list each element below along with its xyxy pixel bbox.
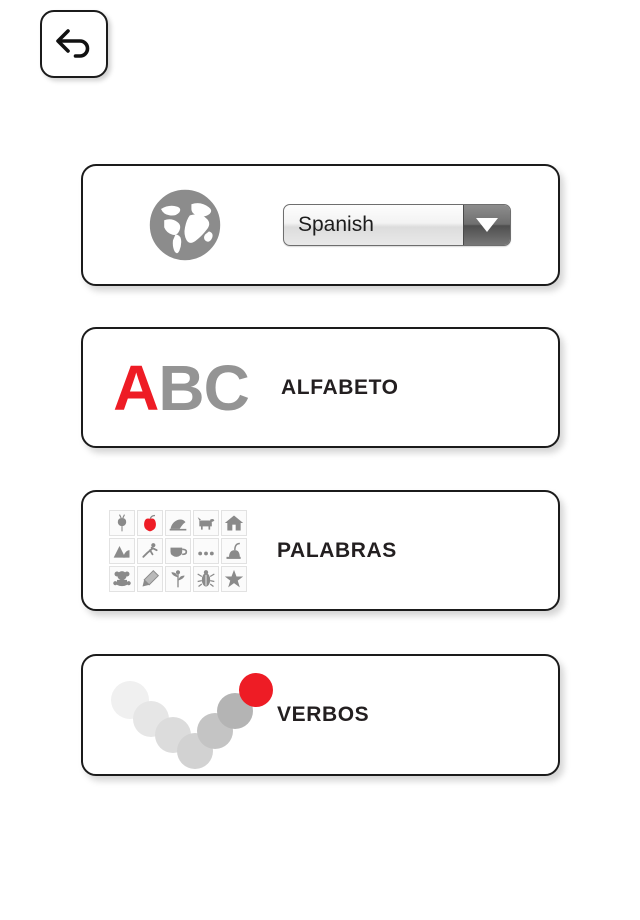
- menu-item-alphabet-label: ALFABETO: [281, 375, 399, 399]
- cup-icon: [165, 537, 191, 564]
- verb-dot: [239, 673, 273, 707]
- pen-icon: [137, 565, 163, 592]
- menu-item-verbs-label: VERBOS: [277, 703, 370, 726]
- seal-icon: [165, 509, 191, 536]
- teddy-bear-icon: [109, 565, 135, 592]
- runner-icon: [137, 537, 163, 564]
- vacuum-icon: [221, 537, 247, 564]
- back-arrow-icon: [54, 27, 94, 61]
- menu-item-alphabet[interactable]: ABC ALFABETO: [81, 327, 560, 448]
- mountain-icon: [109, 537, 135, 564]
- abc-letters-bc: BC: [158, 351, 249, 424]
- starfish-icon: [221, 565, 247, 592]
- chevron-down-glyph: [476, 218, 498, 232]
- menu-item-words-label: PALABRAS: [277, 538, 397, 562]
- abc-icon: ABC: [107, 356, 255, 420]
- apple-icon: [137, 509, 163, 536]
- beet-icon: [109, 509, 135, 536]
- ellipsis-icon: [193, 537, 219, 564]
- plant-icon: [165, 565, 191, 592]
- abc-letter-a: A: [113, 351, 159, 424]
- language-selected-value: Spanish: [298, 213, 374, 236]
- language-select[interactable]: Spanish: [283, 204, 511, 246]
- house-icon: [221, 509, 247, 536]
- beetle-icon: [193, 565, 219, 592]
- back-button[interactable]: [40, 10, 108, 78]
- cow-icon: [193, 509, 219, 536]
- v-dots-icon: [103, 665, 273, 769]
- word-grid-icon: [109, 509, 249, 592]
- chevron-down-icon[interactable]: [463, 205, 510, 245]
- menu-item-verbs[interactable]: VERBOS: [81, 654, 560, 776]
- language-card[interactable]: Spanish: [81, 164, 560, 286]
- globe-icon: [139, 185, 231, 265]
- menu-item-words[interactable]: PALABRAS: [81, 490, 560, 611]
